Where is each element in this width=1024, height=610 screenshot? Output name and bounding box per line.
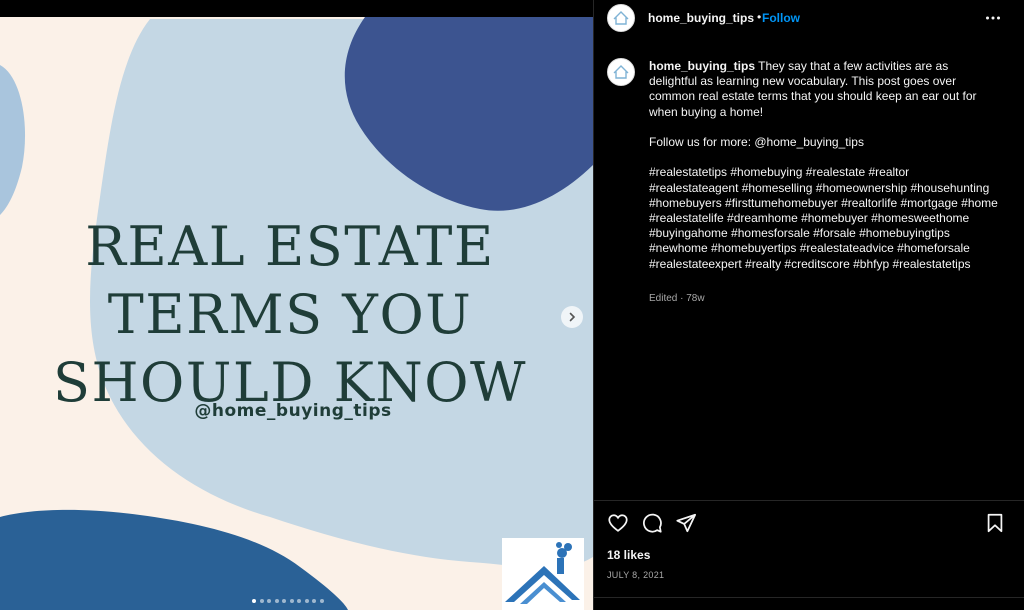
caption-username-link[interactable]: home_buying_tips	[649, 59, 755, 73]
post-date[interactable]: JULY 8, 2021	[607, 570, 664, 580]
bookmark-icon	[987, 513, 1003, 533]
caption-text: home_buying_tips They say that a few act…	[649, 59, 999, 272]
comment-button[interactable]	[641, 512, 663, 534]
share-button[interactable]	[675, 512, 697, 534]
carousel-dot	[304, 599, 309, 603]
comment-icon	[643, 513, 662, 533]
more-options-button[interactable]	[984, 9, 1002, 27]
avatar[interactable]	[607, 4, 635, 32]
caption-meta: Edited · 78w	[649, 293, 705, 304]
house-logo-icon	[505, 542, 580, 604]
carousel-dot	[319, 599, 324, 603]
likes-count[interactable]: 18 likes	[607, 548, 650, 562]
slide-title: REAL ESTATE TERMS YOU SHOULD KNOW	[52, 215, 528, 414]
save-button[interactable]	[984, 512, 1006, 534]
post-media[interactable]: REAL ESTATE TERMS YOU SHOULD KNOW @home_…	[0, 17, 593, 610]
follow-button[interactable]: Follow	[762, 11, 800, 25]
brand-logo	[502, 538, 584, 610]
send-icon	[676, 513, 697, 533]
carousel-dot	[289, 599, 294, 603]
carousel-dot	[252, 599, 256, 603]
section-divider	[594, 500, 1024, 501]
more-horizontal-icon	[986, 16, 1000, 20]
carousel-dot	[259, 599, 264, 603]
carousel-dot	[297, 599, 301, 603]
chevron-right-icon	[569, 312, 576, 322]
slide-handle-text: @home_buying_tips	[194, 401, 392, 421]
house-avatar-icon	[613, 11, 629, 25]
header-separator: •	[757, 10, 762, 24]
house-avatar-icon	[613, 65, 629, 79]
carousel-dot	[274, 599, 279, 603]
like-button[interactable]	[607, 512, 629, 534]
heart-icon	[608, 514, 628, 532]
post-header: home_buying_tips • Follow	[594, 0, 1024, 36]
carousel-dot	[267, 599, 271, 603]
caption-body: They say that a few activities are as de…	[649, 59, 998, 271]
post-details-panel: home_buying_tips • Follow home_buying_ti…	[593, 0, 1024, 610]
caption-avatar[interactable]	[607, 58, 635, 86]
carousel-dot	[282, 599, 286, 603]
carousel-dot	[312, 599, 316, 603]
carousel-indicator	[252, 599, 324, 603]
comment-box-divider	[594, 597, 1024, 598]
carousel-next-button[interactable]	[561, 306, 583, 328]
header-username-link[interactable]: home_buying_tips	[648, 11, 754, 25]
